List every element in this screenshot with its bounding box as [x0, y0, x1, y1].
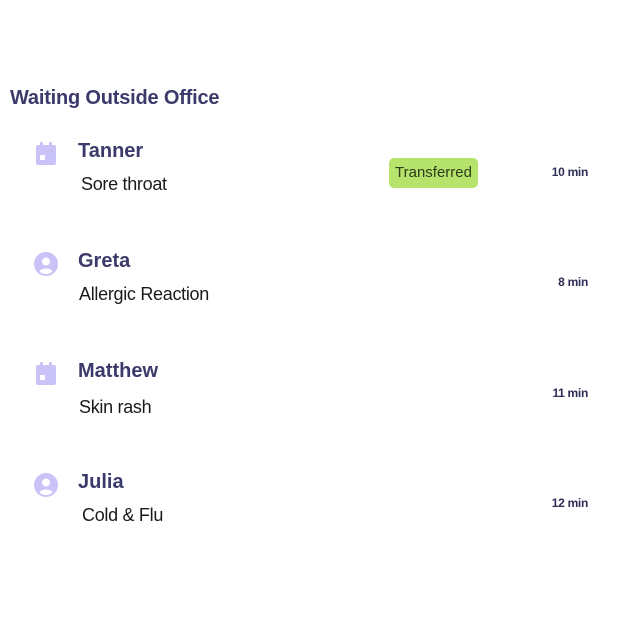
- section-title: Waiting Outside Office: [10, 87, 220, 109]
- wait-time: 10 min: [551, 165, 589, 179]
- visit-reason: Allergic Reaction: [79, 284, 209, 304]
- person-icon: [34, 473, 58, 497]
- visit-reason: Skin rash: [79, 397, 152, 417]
- visit-reason: Sore throat: [81, 174, 167, 194]
- patient-row-greta[interactable]: Greta Allergic Reaction 8 min: [0, 250, 640, 330]
- patient-name: Tanner: [78, 140, 144, 162]
- calendar-icon: [34, 142, 58, 166]
- patient-row-matthew[interactable]: Matthew Skin rash 11 min: [0, 360, 640, 440]
- patient-name: Julia: [78, 471, 124, 493]
- status-badge: Transferred: [389, 158, 478, 188]
- wait-time: 8 min: [558, 275, 588, 289]
- patient-row-julia[interactable]: Julia Cold & Flu 12 min: [0, 471, 640, 551]
- wait-time: 11 min: [552, 386, 588, 400]
- patient-name: Matthew: [78, 360, 158, 382]
- wait-time: 12 min: [551, 496, 589, 510]
- visit-reason: Cold & Flu: [82, 505, 164, 525]
- calendar-icon: [34, 362, 58, 386]
- person-icon: [34, 252, 58, 276]
- patient-name: Greta: [78, 250, 131, 272]
- patient-row-tanner[interactable]: Tanner Sore throat Transferred 10 min: [0, 140, 640, 220]
